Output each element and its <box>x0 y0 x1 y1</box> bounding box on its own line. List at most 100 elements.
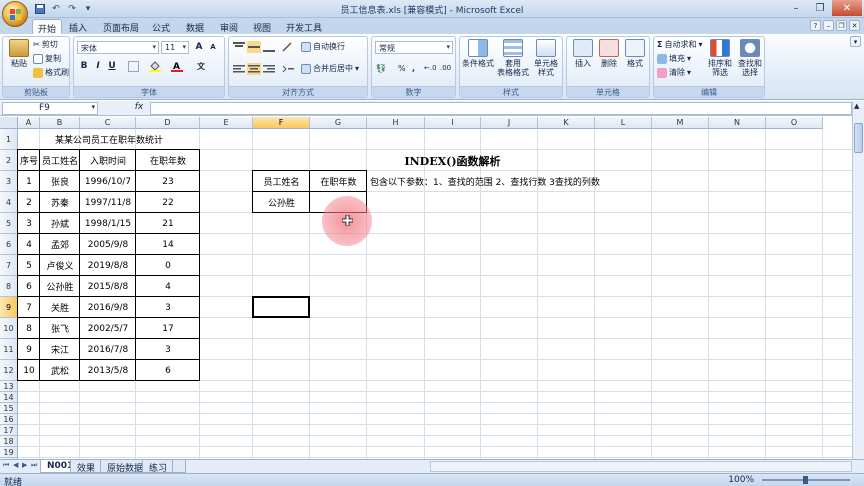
zoom-knob[interactable] <box>803 476 808 484</box>
table-cell[interactable]: 17 <box>136 318 200 339</box>
conditional-format-button[interactable]: 条件格式 <box>462 39 494 68</box>
row-header[interactable]: 1 <box>0 129 18 150</box>
table-title[interactable]: 某某公司员工在职年数统计 <box>18 129 200 150</box>
column-header[interactable]: F <box>253 117 310 129</box>
fill-color-icon[interactable] <box>148 59 162 73</box>
table-cell[interactable]: 3 <box>136 339 200 360</box>
autosum-button[interactable]: Σ 自动求和 ▾ <box>657 39 702 50</box>
table-cell[interactable]: 21 <box>136 213 200 234</box>
vertical-scrollbar[interactable]: ▲ <box>852 101 864 459</box>
sort-filter-button[interactable]: 排序和 筛选 <box>706 39 734 77</box>
table-cell[interactable]: 8 <box>18 318 40 339</box>
fill-button[interactable]: 填充 ▾ <box>657 53 691 64</box>
lookup-name-cell[interactable]: 公孙胜 <box>253 192 310 213</box>
table-cell[interactable]: 孟郊 <box>40 234 80 255</box>
table-header[interactable]: 在职年数 <box>136 150 200 171</box>
row-header[interactable]: 3 <box>0 171 18 192</box>
format-table-button[interactable]: 套用 表格格式 <box>496 39 530 77</box>
scroll-thumb[interactable] <box>854 123 863 153</box>
column-header[interactable]: E <box>200 117 253 129</box>
column-header[interactable]: M <box>652 117 709 129</box>
find-select-button[interactable]: 查找和 选择 <box>736 39 764 77</box>
tab-developer[interactable]: 开发工具 <box>281 19 327 34</box>
table-cell[interactable]: 宋江 <box>40 339 80 360</box>
phonetic-icon[interactable]: 文 <box>194 59 208 73</box>
row-header[interactable]: 11 <box>0 339 18 360</box>
format-painter-button[interactable]: 格式刷 <box>33 67 69 78</box>
selected-cell[interactable] <box>252 296 310 318</box>
row-header[interactable]: 13 <box>0 381 18 392</box>
copy-button[interactable]: 复制 <box>33 53 61 64</box>
table-cell[interactable]: 武松 <box>40 360 80 381</box>
column-header[interactable]: K <box>538 117 595 129</box>
table-cell[interactable]: 10 <box>18 360 40 381</box>
table-cell[interactable]: 7 <box>18 297 40 318</box>
table-cell[interactable]: 1996/10/7 <box>80 171 136 192</box>
table-cell[interactable]: 张良 <box>40 171 80 192</box>
font-name-combo[interactable]: 宋体 ▾ <box>77 41 159 54</box>
sheet-tab-effect[interactable]: 效果 <box>70 460 103 474</box>
underline-button[interactable]: U <box>105 59 119 73</box>
column-header[interactable]: O <box>766 117 823 129</box>
table-cell[interactable]: 6 <box>18 276 40 297</box>
column-header[interactable]: N <box>709 117 766 129</box>
table-cell[interactable]: 5 <box>18 255 40 276</box>
tab-page-layout[interactable]: 页面布局 <box>98 19 144 34</box>
table-cell[interactable]: 9 <box>18 339 40 360</box>
table-cell[interactable]: 2016/7/8 <box>80 339 136 360</box>
column-header[interactable]: A <box>18 117 40 129</box>
table-header[interactable]: 入职时间 <box>80 150 136 171</box>
column-header[interactable]: I <box>425 117 481 129</box>
notes-description[interactable]: 包含以下参数：1、查找的范围 2、查找行数 3查找的列数 <box>367 171 667 192</box>
sheet-nav-prev-icon[interactable]: ◀ <box>13 461 18 469</box>
column-header[interactable]: G <box>310 117 367 129</box>
office-button[interactable] <box>2 1 28 27</box>
sheet-nav-next-icon[interactable]: ▶ <box>22 461 27 469</box>
close-icon[interactable]: ✕ <box>832 0 862 16</box>
indent-icon[interactable] <box>281 63 295 75</box>
align-left-icon[interactable] <box>232 63 246 75</box>
tab-insert[interactable]: 插入 <box>64 19 92 34</box>
paste-button[interactable]: 粘贴 <box>5 39 33 68</box>
table-cell[interactable]: 张飞 <box>40 318 80 339</box>
table-cell[interactable]: 2013/5/8 <box>80 360 136 381</box>
zoom-level[interactable]: 100% <box>728 475 754 485</box>
table-header[interactable]: 序号 <box>18 150 40 171</box>
scroll-up-icon[interactable]: ▲ <box>854 102 859 110</box>
table-cell[interactable]: 1998/1/15 <box>80 213 136 234</box>
row-header[interactable]: 4 <box>0 192 18 213</box>
tab-formulas[interactable]: 公式 <box>147 19 175 34</box>
table-cell[interactable]: 14 <box>136 234 200 255</box>
sheet-nav-first-icon[interactable]: ⏮ <box>3 461 9 470</box>
table-cell[interactable]: 4 <box>136 276 200 297</box>
table-cell[interactable]: 23 <box>136 171 200 192</box>
table-header[interactable]: 员工姓名 <box>40 150 80 171</box>
row-header[interactable]: 15 <box>0 403 18 414</box>
table-cell[interactable]: 0 <box>136 255 200 276</box>
grow-font-button[interactable]: A <box>192 40 206 54</box>
insert-function-button[interactable]: fx <box>130 102 148 115</box>
column-header[interactable]: H <box>367 117 425 129</box>
row-header[interactable]: 18 <box>0 436 18 447</box>
delete-cells-button[interactable]: 删除 <box>595 39 623 68</box>
column-header[interactable]: D <box>136 117 200 129</box>
help-icon[interactable]: ? <box>810 20 821 31</box>
column-header[interactable]: C <box>80 117 136 129</box>
sheet-nav-last-icon[interactable]: ⏭ <box>31 461 37 470</box>
table-cell[interactable]: 2005/9/8 <box>80 234 136 255</box>
restore-icon[interactable]: ❐ <box>808 0 832 16</box>
font-color-icon[interactable]: A <box>170 59 184 73</box>
merge-center-button[interactable]: 合并后居中 ▾ <box>301 63 359 74</box>
align-right-icon[interactable] <box>262 63 276 75</box>
table-cell[interactable]: 3 <box>18 213 40 234</box>
cut-button[interactable]: ✂ 剪切 <box>33 39 58 50</box>
align-top-icon[interactable] <box>232 41 246 53</box>
table-cell[interactable]: 6 <box>136 360 200 381</box>
table-cell[interactable]: 1997/11/8 <box>80 192 136 213</box>
insert-sheet-icon[interactable] <box>172 460 186 473</box>
row-header[interactable]: 19 <box>0 447 18 458</box>
row-header[interactable]: 12 <box>0 360 18 381</box>
align-middle-icon[interactable] <box>247 41 261 53</box>
row-header[interactable]: 5 <box>0 213 18 234</box>
align-center-icon[interactable] <box>247 63 261 75</box>
